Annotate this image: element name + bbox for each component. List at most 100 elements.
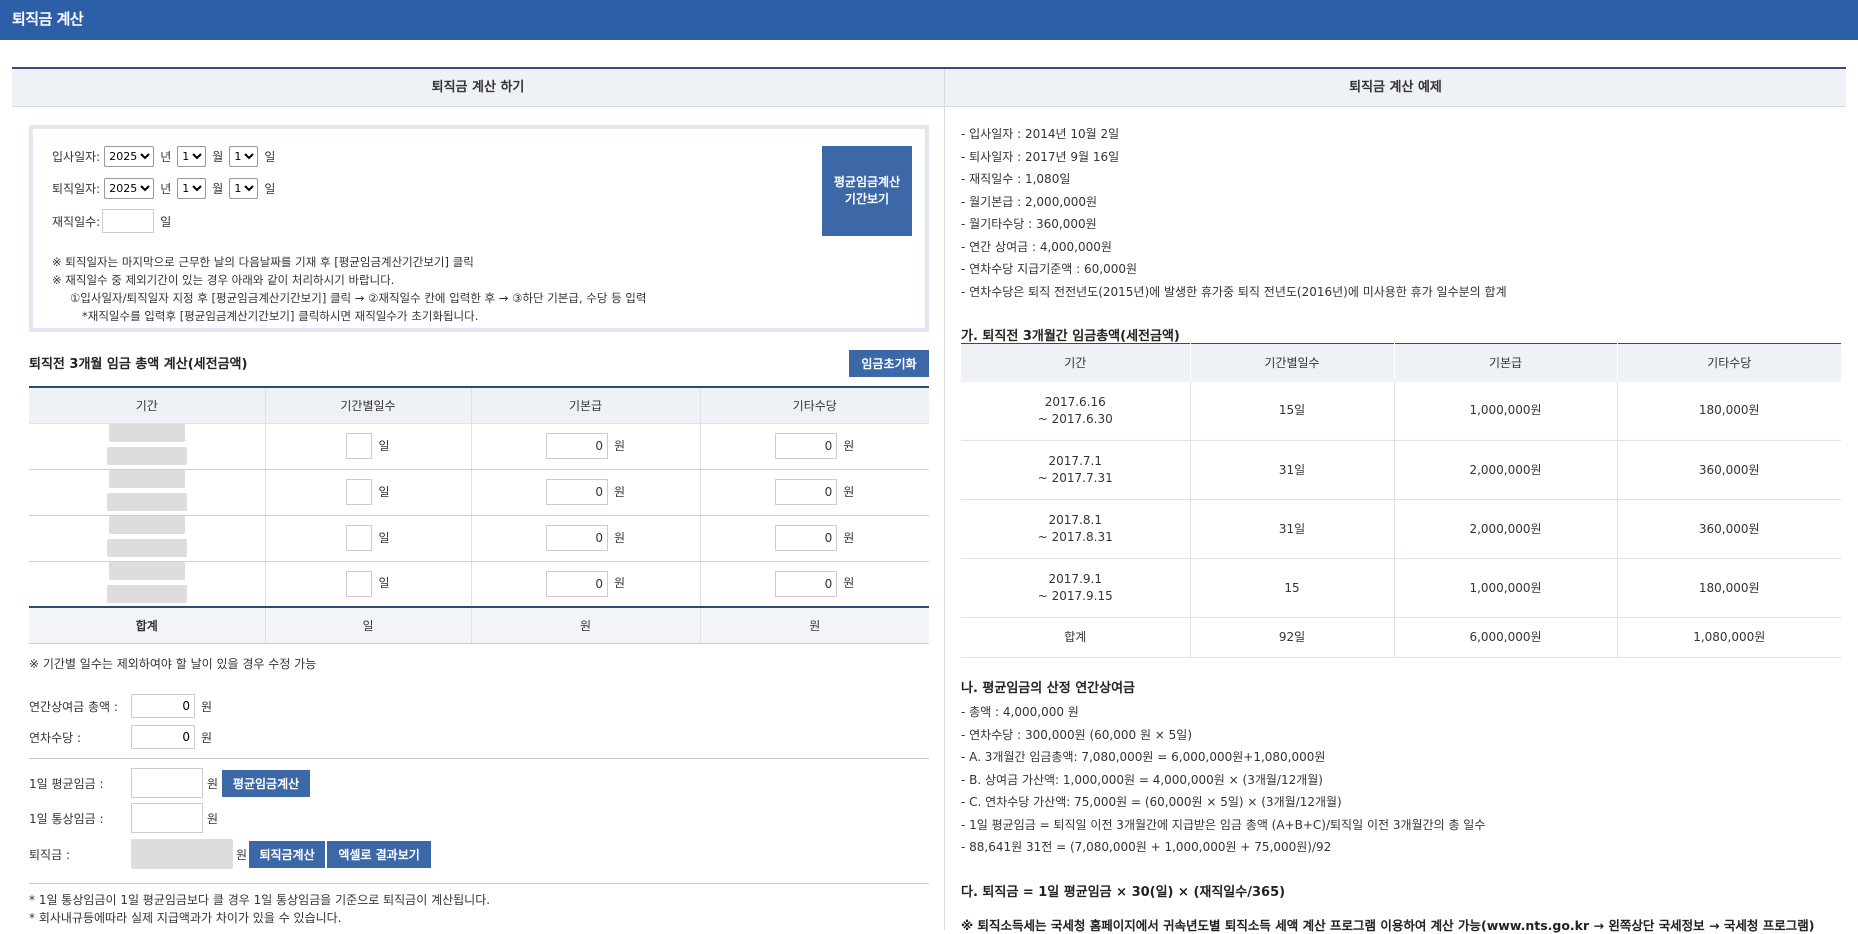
calc-line: - C. 연차수당 가산액: 75,000원 = (60,000원 × 5일) … (961, 795, 1342, 809)
days-input[interactable] (346, 433, 373, 459)
table-row: 2017.8.1 ~ 2017.8.31 31일 2,000,000원 360,0… (961, 499, 1841, 559)
total-other: 1,080,000원 (1617, 617, 1841, 658)
avg-wage-calc-button[interactable]: 평균임금계산 (222, 769, 311, 797)
date-input-box: 입사일자: 2025 년 1 월 1 일 퇴직일자: 2025 년 1 월 1 … (29, 125, 929, 332)
fact-line: - 월기타수당 : 360,000원 (961, 217, 1097, 231)
other-input[interactable]: 0 (775, 433, 838, 459)
day-unit: 일 (264, 150, 276, 164)
period-placeholder (106, 584, 187, 603)
total-label: 합계 (961, 617, 1191, 658)
base-cell: 0원 (471, 561, 701, 608)
days-cell: 일 (265, 561, 472, 608)
base-cell: 0원 (471, 469, 701, 516)
join-month-select[interactable]: 1 (177, 146, 207, 167)
fact-line: - 재직일수 : 1,080일 (961, 172, 1071, 186)
severance-calc-button[interactable]: 퇴직금계산 (249, 840, 326, 868)
calc-line: - A. 3개월간 임금총액: 7,080,000원 = 6,000,000원+… (961, 750, 1326, 764)
col-period: 기간 (961, 343, 1191, 382)
annual-leave-row: 연차수당 : 원 (29, 725, 212, 749)
wage-section-title: 퇴직전 3개월 임금 총액 계산(세전금액) (29, 357, 248, 372)
col-base: 기본급 (1394, 343, 1618, 382)
other-input[interactable]: 0 (775, 479, 838, 505)
fact-line: - 퇴사일자 : 2017년 9월 16일 (961, 149, 1120, 164)
year-unit: 년 (160, 150, 172, 164)
join-year-select[interactable]: 2025 (104, 146, 155, 167)
calc-line: - 1일 평균임금 = 퇴직일 이전 3개월간에 지급받은 임금 총액 (A+B… (961, 817, 1486, 832)
ordinary-wage-input[interactable] (131, 803, 203, 833)
example-panel: 퇴직금 계산 예제 - 입사일자 : 2014년 10월 2일 - 퇴사일자 :… (945, 69, 1846, 933)
period-end: ~ 2017.9.15 (1037, 589, 1113, 603)
day-unit: 일 (264, 182, 276, 196)
total-label: 합계 (29, 606, 266, 644)
base-cell: 0원 (471, 515, 701, 562)
leave-day-select[interactable]: 1 (229, 178, 259, 199)
base-input[interactable]: 0 (545, 433, 608, 459)
divider (29, 758, 929, 759)
wage-table: 기간 기간별일수 기본급 기타수당 일 0원 0원 일 0원 0원 일 0원 0… (29, 386, 929, 644)
base-cell: 1,000,000원 (1394, 381, 1618, 441)
leave-year-select[interactable]: 2025 (104, 178, 155, 199)
period-view-button[interactable]: 평균임금계산 기간보기 (822, 146, 912, 236)
period-placeholder (108, 561, 185, 580)
wage-reset-button[interactable]: 임금초기화 (849, 350, 929, 377)
col-base: 기본급 (471, 387, 701, 424)
other-input[interactable]: 0 (775, 570, 838, 597)
tenure-input[interactable] (102, 209, 155, 233)
wage-total-row: 합계 일 원 원 (29, 606, 929, 644)
annual-bonus-row: 연간상여금 총액 : 원 (29, 694, 212, 718)
leave-date-row: 퇴직일자: 2025 년 1 월 1 일 (52, 178, 281, 199)
days-cell: 일 (265, 515, 472, 562)
period-start: 2017.6.16 (1044, 394, 1106, 409)
avg-wage-input[interactable] (131, 768, 203, 798)
join-date-label: 입사일자: (52, 150, 101, 164)
won-unit: 원 (207, 776, 219, 791)
days-cell: 15일 (1190, 381, 1395, 441)
period-placeholder (108, 424, 185, 442)
table-row: 2017.7.1 ~ 2017.7.31 31일 2,000,000원 360,0… (961, 440, 1841, 500)
annual-bonus-input[interactable] (131, 694, 195, 718)
other-cell: 0원 (700, 423, 929, 470)
page-title: 퇴직금 계산 (0, 0, 1858, 40)
period-end: ~ 2017.8.31 (1037, 530, 1113, 544)
severance-row: 퇴직금 : 원 퇴직금계산 엑셀로 결과보기 (29, 839, 432, 869)
days-cell: 31일 (1190, 440, 1395, 500)
excel-result-button[interactable]: 엑셀로 결과보기 (327, 840, 432, 868)
base-input[interactable]: 0 (545, 479, 608, 505)
other-cell: 180,000원 (1617, 381, 1841, 441)
note-line: ※ 퇴직일자는 마지막으로 근무한 날의 다음날짜를 기재 후 [평균임금계산기… (52, 255, 474, 269)
period-cell: 2017.9.1 ~ 2017.9.15 (961, 558, 1191, 618)
tenure-label: 재직일수: (52, 214, 101, 229)
year-unit: 년 (160, 182, 172, 196)
example-header: 퇴직금 계산 예제 (945, 69, 1846, 107)
severance-label: 퇴직금 : (29, 847, 70, 862)
table-row: 일 0원 0원 (29, 515, 929, 562)
won-unit: 원 (843, 530, 855, 545)
annual-bonus-label: 연간상여금 총액 : (29, 699, 118, 714)
base-input[interactable]: 0 (545, 570, 608, 597)
period-placeholder (106, 447, 187, 465)
period-placeholder (106, 539, 187, 557)
other-input[interactable]: 0 (775, 525, 838, 551)
days-input[interactable] (346, 570, 373, 597)
note-line: *재직일수를 입력후 [평균임금계산기간보기] 클릭하시면 재직일수가 초기화됩… (82, 309, 479, 323)
won-unit: 원 (613, 530, 626, 545)
col-days: 기간별일수 (1190, 343, 1395, 382)
join-day-select[interactable]: 1 (229, 146, 259, 167)
period-cell: 2017.6.16 ~ 2017.6.30 (961, 381, 1191, 441)
editable-note: ※ 기간별 일수는 제외하여야 할 날이 있을 경우 수정 가능 (29, 657, 317, 671)
base-input[interactable]: 0 (545, 525, 608, 551)
days-input[interactable] (346, 525, 373, 551)
days-input[interactable] (346, 479, 373, 505)
won-unit: 원 (843, 438, 855, 453)
fact-line: - 월기본급 : 2,000,000원 (961, 194, 1098, 209)
period-cell (29, 423, 266, 470)
date-notes: ※ 퇴직일자는 마지막으로 근무한 날의 다음날짜를 기재 후 [평균임금계산기… (52, 253, 646, 325)
won-unit: 원 (201, 699, 213, 714)
other-cell: 180,000원 (1617, 558, 1841, 618)
avg-wage-label: 1일 평균임금 : (29, 776, 104, 791)
annual-leave-input[interactable] (131, 725, 195, 749)
section-b-title: 나. 평균임금의 산정 연간상여금 (961, 681, 1135, 696)
leave-month-select[interactable]: 1 (177, 178, 207, 199)
wage-table-header: 기간 기간별일수 기본급 기타수당 (29, 387, 929, 424)
days-cell: 일 (265, 423, 472, 470)
